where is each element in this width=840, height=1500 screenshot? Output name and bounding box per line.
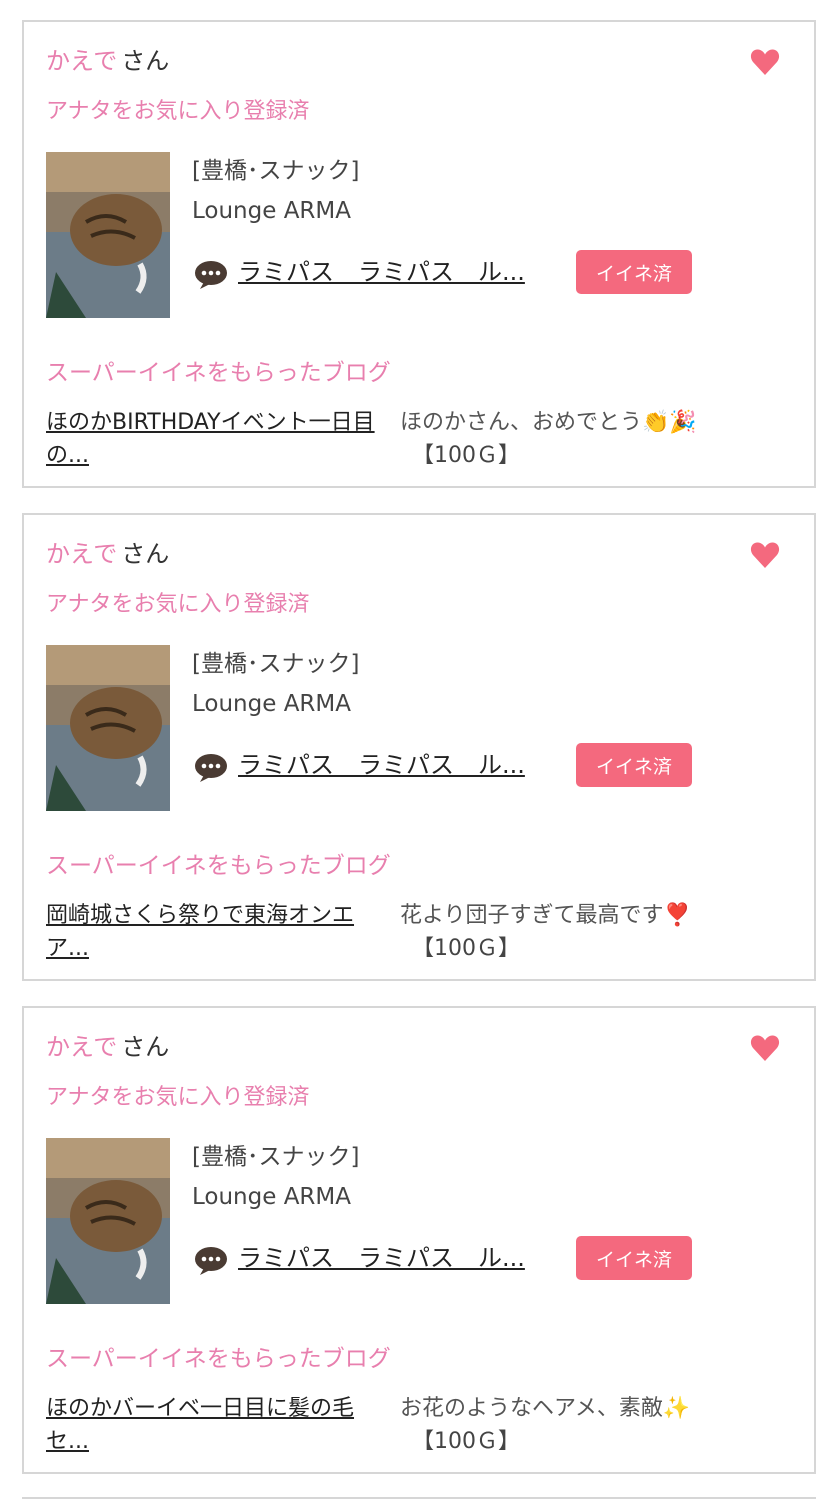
blog-comment: 花より団子すぎて最高です❣️ 【100Ｇ】 xyxy=(400,899,750,965)
comment-bubble-icon xyxy=(195,1247,227,1275)
blog-comment-text: ほのかさん、おめでとう👏🎉 xyxy=(400,410,697,435)
user-name-row: かえで さん xyxy=(46,1032,169,1062)
shop-name: Lounge ARMA xyxy=(192,1184,351,1210)
user-name[interactable]: かえで xyxy=(46,47,117,75)
heart-icon[interactable] xyxy=(750,1034,780,1062)
heart-icon[interactable] xyxy=(750,541,780,569)
profile-photo[interactable] xyxy=(46,1138,170,1304)
like-button[interactable]: イイネ済 xyxy=(576,250,692,294)
like-button[interactable]: イイネ済 xyxy=(576,1236,692,1280)
comment-link[interactable]: ラミパス ラミパス ル... xyxy=(238,1242,525,1274)
points-value: 【100Ｇ】 xyxy=(412,936,520,961)
points-value: 【100Ｇ】 xyxy=(412,443,520,468)
notification-card: かえで さん アナタをお気に入り登録済 [豊橋･スナック] Lounge ARMA… xyxy=(22,1006,816,1474)
blog-section-heading: スーパーイイネをもらったブログ xyxy=(46,853,391,879)
shop-name: Lounge ARMA xyxy=(192,691,351,717)
notification-card: かえで さん アナタをお気に入り登録済 [豊橋･スナック] Lounge ARMA… xyxy=(22,20,816,488)
blog-comment-text: 花より団子すぎて最高です❣️ xyxy=(400,903,691,928)
user-name[interactable]: かえで xyxy=(46,540,117,568)
blog-title-link[interactable]: ほのかバーイベ一日目に髪の毛セ... xyxy=(46,1392,396,1458)
next-card-edge xyxy=(22,1497,816,1499)
blog-comment-text: お花のようなヘアメ、素敵✨ xyxy=(400,1396,691,1421)
favorite-status: アナタをお気に入り登録済 xyxy=(46,592,310,617)
favorite-status: アナタをお気に入り登録済 xyxy=(46,99,310,124)
shop-area: [豊橋･スナック] xyxy=(192,158,360,184)
shop-area: [豊橋･スナック] xyxy=(192,651,360,677)
honorific: さん xyxy=(121,47,170,75)
profile-photo[interactable] xyxy=(46,645,170,811)
honorific: さん xyxy=(121,540,170,568)
honorific: さん xyxy=(121,1033,170,1061)
blog-comment: お花のようなヘアメ、素敵✨ 【100Ｇ】 xyxy=(400,1392,750,1458)
comment-link[interactable]: ラミパス ラミパス ル... xyxy=(238,256,525,288)
blog-section-heading: スーパーイイネをもらったブログ xyxy=(46,1346,391,1372)
comment-bubble-icon xyxy=(195,754,227,782)
heart-icon[interactable] xyxy=(750,48,780,76)
comment-bubble-icon xyxy=(195,261,227,289)
shop-area: [豊橋･スナック] xyxy=(192,1144,360,1170)
profile-photo[interactable] xyxy=(46,152,170,318)
blog-title-link[interactable]: 岡崎城さくら祭りで東海オンエア... xyxy=(46,899,396,965)
blog-section-heading: スーパーイイネをもらったブログ xyxy=(46,360,391,386)
favorite-status: アナタをお気に入り登録済 xyxy=(46,1085,310,1110)
notification-card: かえで さん アナタをお気に入り登録済 [豊橋･スナック] Lounge ARMA… xyxy=(22,513,816,981)
user-name[interactable]: かえで xyxy=(46,1033,117,1061)
user-name-row: かえで さん xyxy=(46,539,169,569)
blog-title-link[interactable]: ほのかBIRTHDAYイベント一日目の... xyxy=(46,406,396,472)
comment-link[interactable]: ラミパス ラミパス ル... xyxy=(238,749,525,781)
shop-name: Lounge ARMA xyxy=(192,198,351,224)
like-button[interactable]: イイネ済 xyxy=(576,743,692,787)
blog-comment: ほのかさん、おめでとう👏🎉 【100Ｇ】 xyxy=(400,406,750,472)
points-value: 【100Ｇ】 xyxy=(412,1429,520,1454)
user-name-row: かえで さん xyxy=(46,46,169,76)
